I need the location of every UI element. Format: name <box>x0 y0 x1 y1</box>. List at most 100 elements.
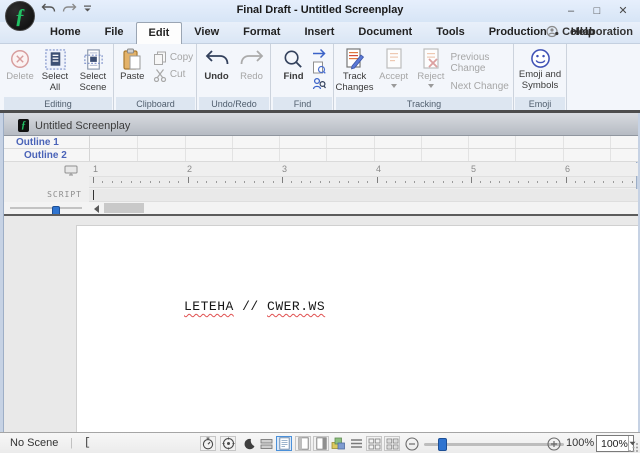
select-scene-icon <box>82 48 105 71</box>
ruler-numbers: 1 2 3 4 5 6 <box>4 163 638 176</box>
document-tab-title: Untitled Screenplay <box>35 120 130 132</box>
tab-edit[interactable]: Edit <box>136 22 183 44</box>
timer-icon <box>202 437 214 450</box>
emoji-and-symbols-button[interactable]: Emoji and Symbols <box>515 45 565 97</box>
tab-file[interactable]: File <box>93 22 136 44</box>
group-tracking: Track Changes Accept Reject <box>335 44 514 110</box>
ribbon-tab-row: Home File Edit View Format Insert Docume… <box>0 22 640 44</box>
cut-button[interactable]: Cut <box>151 66 195 83</box>
tab-document[interactable]: Document <box>346 22 424 44</box>
split-view-button[interactable] <box>258 436 274 451</box>
page-view-button[interactable] <box>276 436 292 451</box>
accept-icon <box>383 47 405 71</box>
select-scene-button[interactable]: Select Scene <box>73 45 113 97</box>
reject-dropdown-arrow[interactable] <box>428 84 434 88</box>
scroll-row <box>4 202 638 214</box>
select-all-button[interactable]: Select All <box>37 45 73 97</box>
zoom-slider-thumb[interactable] <box>438 438 447 451</box>
quick-undo-icon[interactable] <box>41 2 56 15</box>
previous-change-button[interactable]: Previous Change <box>450 52 513 74</box>
normal-view-icon <box>298 437 309 450</box>
outline-row-2[interactable]: Outline 2 <box>4 149 638 162</box>
track-changes-button[interactable]: Track Changes <box>335 45 374 97</box>
night-mode-button[interactable] <box>241 436 257 451</box>
workspace: ƒ Untitled Screenplay Outline 1 Outline … <box>3 113 637 432</box>
outline-2-label: Outline 2 <box>24 150 67 161</box>
script-word-1: LETEHA <box>184 299 234 314</box>
status-divider: | <box>70 437 73 449</box>
script-page[interactable] <box>76 225 638 432</box>
tab-home[interactable]: Home <box>38 22 93 44</box>
document-tab[interactable]: ƒ Untitled Screenplay <box>8 115 140 136</box>
group-undo-redo: Undo Redo Undo/Redo <box>198 44 271 110</box>
tab-tools[interactable]: Tools <box>424 22 477 44</box>
find-button[interactable]: Find <box>279 45 309 97</box>
customize-toolbar-icon[interactable] <box>83 4 92 13</box>
paste-icon <box>121 48 143 71</box>
outline-view-button[interactable] <box>348 436 364 451</box>
next-change-button[interactable]: Next Change <box>450 81 508 92</box>
group-editing: Delete Select All Select Scene <box>3 44 114 110</box>
goto-arrow-icon[interactable] <box>312 48 327 59</box>
scroll-left-arrow-icon[interactable] <box>94 205 99 213</box>
cards-grid-1-icon <box>368 438 381 450</box>
title-bar: Final Draft - Untitled Screenplay – □ ✕ <box>0 0 640 22</box>
group-label-clipboard: Clipboard <box>116 97 195 110</box>
cards-grid-2-button[interactable] <box>384 436 400 451</box>
accept-change-button[interactable]: Accept <box>376 45 411 97</box>
ribbon: Delete Select All Select Scene <box>0 44 640 110</box>
status-bar: No Scene | [ <box>0 432 640 453</box>
document-tab-bar: ƒ Untitled Screenplay <box>4 113 638 136</box>
find-in-document-icon[interactable] <box>312 61 326 75</box>
copy-icon <box>153 51 167 65</box>
group-clipboard: Paste Copy Cut <box>115 44 197 110</box>
find-character-icon[interactable] <box>312 77 326 90</box>
collaboration-button[interactable]: Collaboration <box>546 25 633 38</box>
editor-area[interactable] <box>4 216 638 432</box>
copy-button[interactable]: Copy <box>151 49 195 66</box>
minimize-button[interactable]: – <box>558 2 584 19</box>
index-cards-view-button[interactable] <box>330 436 346 451</box>
delete-button[interactable]: Delete <box>3 45 37 97</box>
cards-grid-1-button[interactable] <box>366 436 382 451</box>
track-changes-icon <box>343 47 367 71</box>
script-text[interactable]: LETEHA // CWER.WS <box>184 299 325 314</box>
outline-zoom-slider[interactable] <box>10 207 82 209</box>
close-button[interactable]: ✕ <box>610 2 636 19</box>
group-label-editing: Editing <box>4 97 112 110</box>
zoom-in-button[interactable] <box>546 436 562 451</box>
target-icon <box>222 437 235 450</box>
timer-button[interactable] <box>200 436 216 451</box>
tab-format[interactable]: Format <box>231 22 292 44</box>
tab-insert[interactable]: Insert <box>292 22 346 44</box>
script-label: SCRIPT <box>4 190 82 199</box>
page-panel-view-button[interactable] <box>313 436 329 451</box>
accept-dropdown-arrow[interactable] <box>391 84 397 88</box>
horizontal-scrollbar-thumb[interactable] <box>104 203 144 213</box>
final-draft-logo[interactable]: ƒ <box>5 1 35 31</box>
reject-change-button[interactable]: Reject <box>413 45 448 97</box>
paste-button[interactable]: Paste <box>116 45 149 97</box>
page-panel-view-icon <box>316 437 327 450</box>
redo-button[interactable]: Redo <box>236 45 267 97</box>
panel-view-icon[interactable] <box>64 165 78 176</box>
zoom-out-button[interactable] <box>404 436 420 451</box>
zoom-slider[interactable] <box>424 443 564 446</box>
tab-view[interactable]: View <box>182 22 231 44</box>
quick-redo-icon[interactable] <box>62 2 77 15</box>
page-view-icon <box>279 437 290 450</box>
outline-row-1[interactable]: Outline 1 <box>4 136 638 149</box>
zoom-in-icon <box>547 437 561 451</box>
normal-view-button[interactable] <box>295 436 311 451</box>
maximize-button[interactable]: □ <box>584 2 610 19</box>
collaboration-label: Collaboration <box>562 26 633 38</box>
text-cursor <box>93 190 94 200</box>
resize-grip[interactable] <box>629 442 639 452</box>
find-icon <box>282 48 305 71</box>
emoji-icon <box>530 48 551 69</box>
reject-icon <box>420 47 442 71</box>
target-button[interactable] <box>220 436 236 451</box>
script-word-2: CWER.WS <box>267 299 325 314</box>
delete-icon <box>9 48 31 70</box>
undo-button[interactable]: Undo <box>201 45 232 97</box>
